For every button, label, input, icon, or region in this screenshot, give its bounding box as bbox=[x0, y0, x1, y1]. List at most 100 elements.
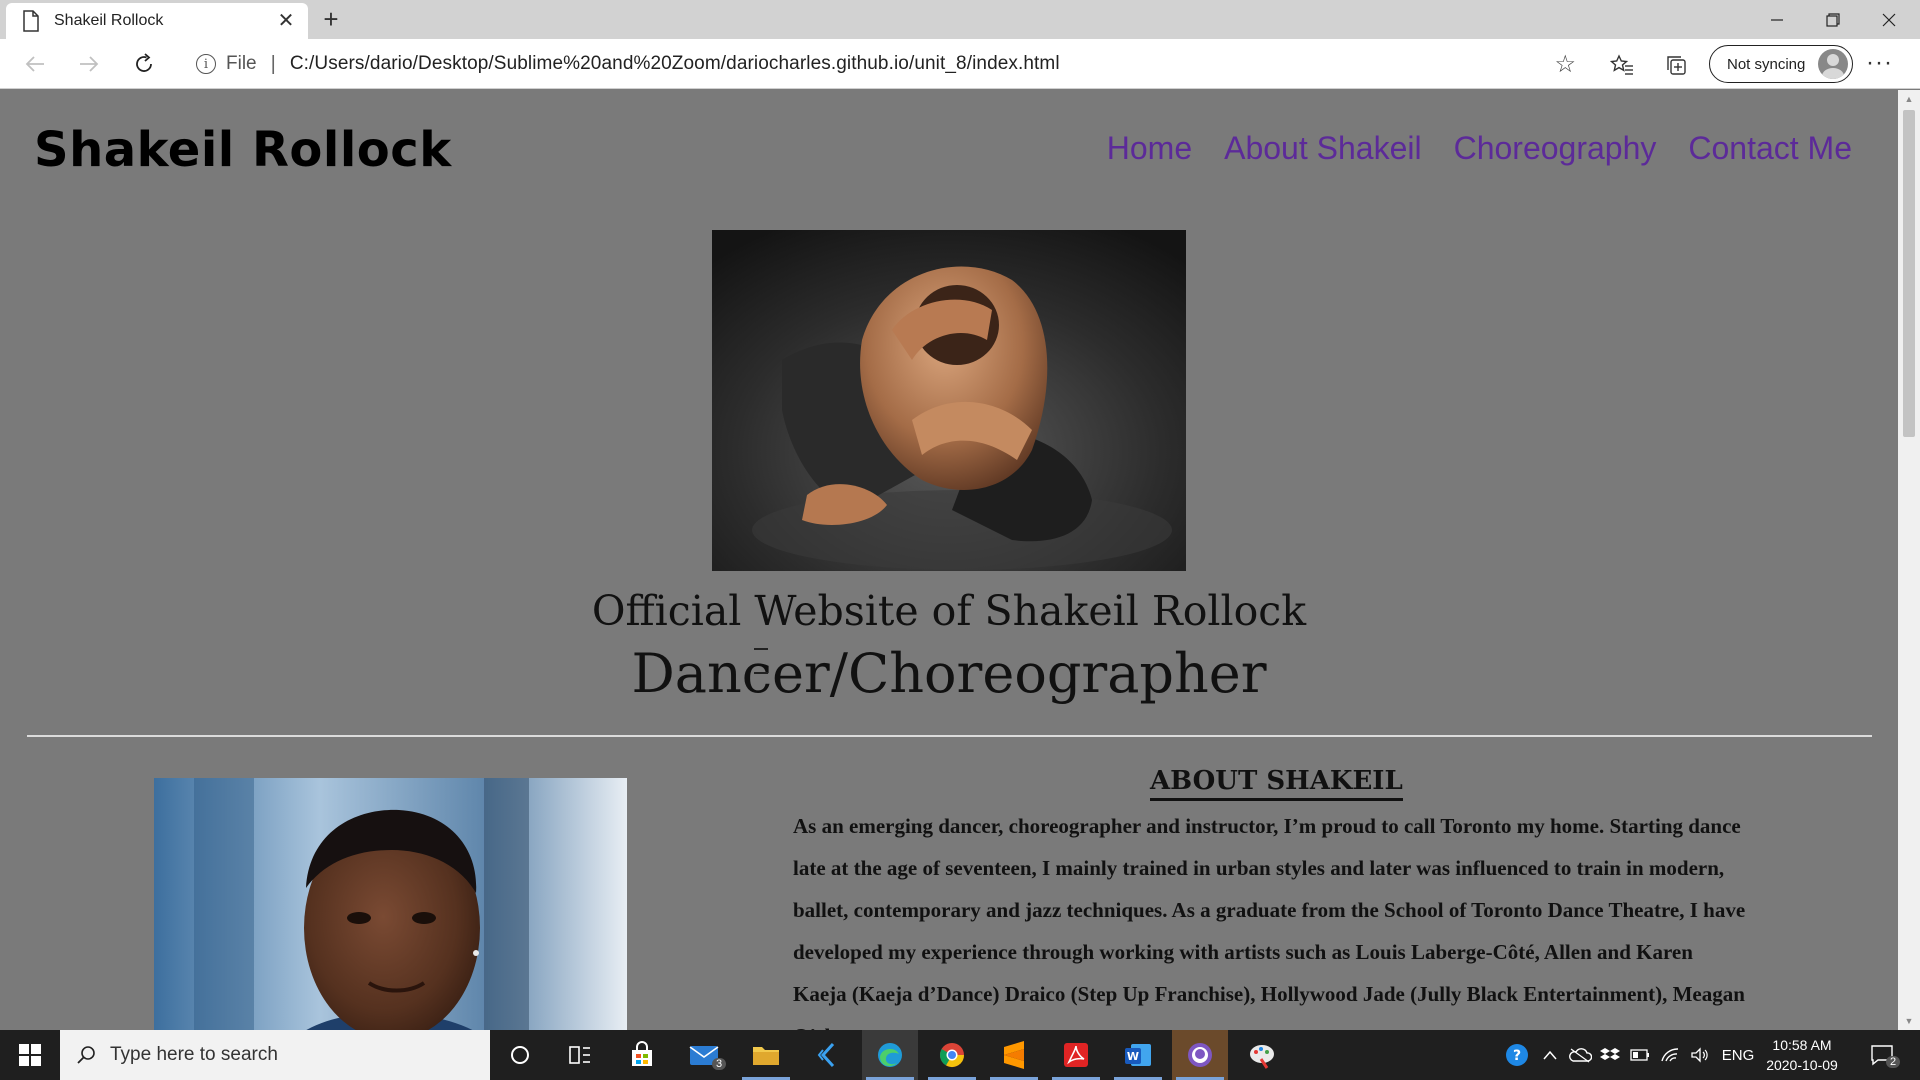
page-icon bbox=[23, 10, 39, 32]
hero-subtitle: Dancer/Choreographer bbox=[631, 642, 1267, 705]
code-editor-icon bbox=[817, 1042, 835, 1068]
speaker-icon bbox=[1691, 1047, 1708, 1063]
sync-label: Not syncing bbox=[1727, 55, 1806, 73]
action-center-button[interactable]: 2 bbox=[1860, 1030, 1904, 1080]
tab-strip: Shakeil Rollock ✕ + bbox=[0, 0, 1920, 39]
word-icon: W bbox=[1125, 1044, 1151, 1066]
dropbox-tray[interactable] bbox=[1596, 1030, 1624, 1080]
headshot-photo bbox=[154, 778, 627, 1030]
help-tray-button[interactable]: ? bbox=[1500, 1030, 1534, 1080]
forward-arrow-icon bbox=[80, 56, 99, 72]
scroll-up-arrow-icon[interactable]: ▲ bbox=[1898, 90, 1920, 108]
cloud-icon bbox=[1569, 1048, 1592, 1063]
cortana-button[interactable] bbox=[492, 1030, 548, 1080]
svg-text:?: ? bbox=[1513, 1048, 1521, 1064]
nav-home[interactable]: Home bbox=[1107, 130, 1192, 167]
list-dash bbox=[754, 672, 768, 674]
back-arrow-icon bbox=[25, 56, 44, 72]
minimize-icon bbox=[1771, 18, 1783, 21]
favorite-star-icon[interactable]: ☆ bbox=[1554, 50, 1576, 79]
forward-button[interactable] bbox=[71, 46, 107, 82]
collections-button[interactable] bbox=[1661, 50, 1691, 80]
chevron-up-icon bbox=[1543, 1050, 1557, 1060]
language-indicator[interactable]: ENG bbox=[1718, 1030, 1758, 1080]
battery-icon bbox=[1630, 1049, 1649, 1061]
folder-icon bbox=[753, 1047, 779, 1065]
volume-tray[interactable] bbox=[1686, 1030, 1714, 1080]
about-heading: ABOUT SHAKEIL bbox=[1150, 766, 1403, 801]
url-text[interactable]: C:/Users/dario/Desktop/Sublime%20and%20Z… bbox=[290, 53, 1060, 75]
taskbar-github-desktop[interactable] bbox=[1172, 1030, 1228, 1080]
chrome-icon bbox=[939, 1043, 964, 1068]
minimize-button[interactable] bbox=[1749, 0, 1805, 39]
taskbar: Type here to search 3 W ? ENG 10:58 AM 2… bbox=[0, 1030, 1920, 1080]
wifi-tray[interactable] bbox=[1656, 1030, 1684, 1080]
github-icon bbox=[1188, 1043, 1212, 1067]
favorites-button[interactable] bbox=[1607, 50, 1637, 80]
mail-badge: 3 bbox=[712, 1058, 727, 1070]
avatar bbox=[1818, 49, 1848, 79]
back-button[interactable] bbox=[17, 46, 53, 82]
taskbar-search[interactable]: Type here to search bbox=[60, 1030, 490, 1080]
collections-icon bbox=[1667, 56, 1686, 75]
taskbar-sublime[interactable] bbox=[986, 1030, 1042, 1080]
battery-tray[interactable] bbox=[1626, 1030, 1654, 1080]
wifi-icon bbox=[1661, 1048, 1679, 1062]
store-icon bbox=[632, 1041, 652, 1066]
nav-choreography[interactable]: Choreography bbox=[1454, 130, 1657, 167]
more-options-icon[interactable]: ··· bbox=[1866, 49, 1893, 77]
show-hidden-icons-button[interactable] bbox=[1538, 1030, 1562, 1080]
taskbar-acrobat[interactable] bbox=[1048, 1030, 1104, 1080]
tab-title: Shakeil Rollock bbox=[54, 12, 164, 29]
taskbar-word[interactable]: W bbox=[1110, 1030, 1166, 1080]
paint-icon bbox=[1250, 1045, 1274, 1069]
hero-title: Official Website of Shakeil Rollock bbox=[591, 587, 1307, 635]
nav-about[interactable]: About Shakeil bbox=[1224, 130, 1421, 167]
page-viewport: Shakeil Rollock Home About Shakeil Chore… bbox=[0, 90, 1898, 1030]
nav-contact[interactable]: Contact Me bbox=[1688, 130, 1852, 167]
clock[interactable]: 10:58 AM 2020-10-09 bbox=[1757, 1035, 1847, 1075]
clock-time: 10:58 AM bbox=[1772, 1037, 1832, 1053]
taskbar-file-explorer[interactable] bbox=[738, 1030, 794, 1080]
site-nav: Home About Shakeil Choreography Contact … bbox=[1107, 130, 1852, 167]
taskbar-chrome[interactable] bbox=[924, 1030, 980, 1080]
taskbar-mail[interactable]: 3 bbox=[676, 1030, 732, 1080]
taskbar-edge[interactable] bbox=[862, 1030, 918, 1080]
taskbar-store[interactable] bbox=[614, 1030, 670, 1080]
close-icon bbox=[1882, 13, 1896, 26]
help-icon: ? bbox=[1506, 1044, 1528, 1066]
hero-dancer-photo bbox=[712, 230, 1186, 571]
restore-button[interactable] bbox=[1805, 0, 1861, 39]
start-button[interactable] bbox=[0, 1030, 60, 1080]
sublime-text-icon bbox=[1004, 1041, 1024, 1069]
onedrive-tray[interactable] bbox=[1566, 1030, 1594, 1080]
info-icon[interactable]: i bbox=[196, 54, 216, 74]
search-placeholder: Type here to search bbox=[110, 1044, 278, 1065]
address-bar[interactable]: i File | C:/Users/dario/Desktop/Sublime%… bbox=[180, 45, 1588, 83]
scroll-thumb[interactable] bbox=[1903, 110, 1915, 437]
taskbar-vscode[interactable] bbox=[800, 1030, 856, 1080]
new-tab-button[interactable]: + bbox=[316, 4, 346, 34]
refresh-icon bbox=[136, 53, 152, 72]
clock-date: 2020-10-09 bbox=[1766, 1057, 1838, 1073]
tab-close-icon[interactable]: ✕ bbox=[274, 11, 298, 31]
site-name: Shakeil Rollock bbox=[34, 122, 452, 178]
refresh-button[interactable] bbox=[126, 46, 162, 82]
about-paragraph: As an emerging dancer, choreographer and… bbox=[793, 814, 1746, 1030]
list-dash bbox=[754, 648, 768, 650]
scheme-separator: | bbox=[270, 52, 276, 75]
restore-icon bbox=[1826, 12, 1840, 27]
page-scrollbar[interactable]: ▲ ▼ bbox=[1898, 90, 1920, 1030]
search-icon bbox=[77, 1046, 95, 1064]
task-view-button[interactable] bbox=[552, 1030, 608, 1080]
cortana-icon bbox=[511, 1046, 529, 1064]
edge-browser-icon bbox=[878, 1043, 902, 1067]
taskbar-paint[interactable] bbox=[1234, 1030, 1290, 1080]
profile-sync-button[interactable]: Not syncing bbox=[1709, 45, 1853, 83]
favorites-list-icon bbox=[1610, 54, 1633, 75]
close-window-button[interactable] bbox=[1861, 0, 1917, 39]
task-view-icon bbox=[569, 1046, 590, 1064]
scroll-down-arrow-icon[interactable]: ▼ bbox=[1898, 1012, 1920, 1030]
pdf-reader-icon bbox=[1064, 1043, 1088, 1067]
browser-tab[interactable]: Shakeil Rollock ✕ bbox=[6, 3, 308, 39]
